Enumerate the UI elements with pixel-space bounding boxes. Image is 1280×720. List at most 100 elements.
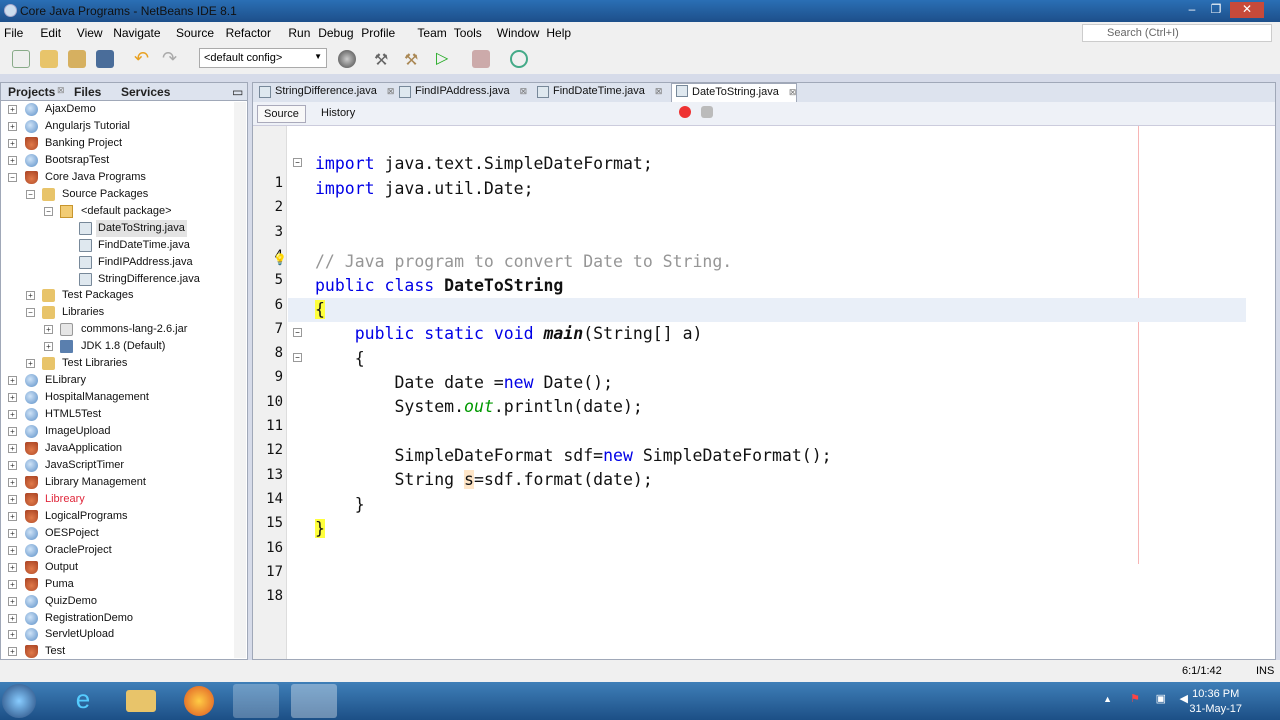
tree-item[interactable]: + commons-lang-2.6.jar (1, 321, 231, 338)
tree-item[interactable]: − Libraries (1, 304, 231, 321)
menu-help[interactable]: Help (546, 26, 571, 40)
tab-findipaddress[interactable]: FindIPAddress.java ⊠ (395, 85, 527, 102)
expand-toggle-icon[interactable]: + (8, 613, 17, 623)
clean-build-icon[interactable]: ⚒ (404, 50, 422, 69)
expand-toggle-icon[interactable]: + (8, 376, 17, 386)
tree-item[interactable]: + HTML5Test (1, 406, 231, 423)
expand-toggle-icon[interactable]: + (26, 291, 35, 301)
tree-item[interactable]: + Angularjs Tutorial (1, 118, 231, 135)
menu-window[interactable]: Window (497, 26, 540, 40)
expand-toggle-icon[interactable]: + (8, 596, 17, 606)
tree-item[interactable]: − Core Java Programs (1, 169, 231, 186)
ie-icon[interactable]: e (60, 684, 106, 718)
tab-stringdifference[interactable]: StringDifference.java ⊠ (255, 85, 394, 102)
menu-refactor[interactable]: Refactor (226, 26, 271, 40)
expand-toggle-icon[interactable]: + (8, 393, 17, 403)
tree-item[interactable]: + QuizDemo (1, 593, 231, 610)
fold-toggle-icon[interactable]: − (293, 352, 302, 362)
tree-item[interactable]: + AjaxDemo (1, 101, 231, 118)
tree-item[interactable]: + Libreary (1, 491, 231, 508)
clock[interactable]: 10:36 PM 31-May-17 (1189, 687, 1242, 717)
run-icon[interactable]: ▷ (436, 50, 454, 68)
volume-icon[interactable]: ◀ (1180, 692, 1188, 705)
hint-bulb-icon[interactable]: 💡 (273, 253, 287, 266)
tree-item[interactable]: + ImageUpload (1, 423, 231, 440)
config-select[interactable]: <default config> ▼ (199, 48, 327, 68)
open-project-icon[interactable] (68, 50, 86, 68)
menu-team[interactable]: Team (417, 26, 446, 40)
expand-toggle-icon[interactable]: + (8, 155, 17, 165)
redo-icon[interactable]: ↷ (162, 49, 180, 68)
tree-item[interactable]: + OracleProject (1, 542, 231, 559)
tree-item[interactable]: + Test Libraries (1, 355, 231, 372)
maximize-button[interactable]: ❐ (1204, 2, 1228, 18)
tree-item[interactable]: + RegistrationDemo (1, 610, 231, 627)
expand-toggle-icon[interactable]: + (44, 342, 53, 352)
expand-toggle-icon[interactable]: + (8, 562, 17, 572)
tree-item[interactable]: + Library Management (1, 474, 231, 491)
tree-item[interactable]: + OESPoject (1, 525, 231, 542)
expand-toggle-icon[interactable]: + (8, 138, 17, 148)
tree-item[interactable]: + Test (1, 643, 231, 660)
record-macro-icon[interactable] (679, 106, 691, 118)
tree-item[interactable]: − Source Packages (1, 186, 231, 203)
menu-run[interactable]: Run (288, 26, 310, 40)
expand-toggle-icon[interactable]: + (8, 410, 17, 420)
expand-toggle-icon[interactable]: + (8, 105, 17, 114)
tree-item[interactable]: + JDK 1.8 (Default) (1, 338, 231, 355)
new-file-icon[interactable] (12, 50, 30, 68)
chrome-icon[interactable] (233, 684, 279, 718)
tab-projects[interactable]: Projects (8, 85, 55, 99)
expand-toggle-icon[interactable]: + (8, 494, 17, 504)
stop-macro-icon[interactable] (701, 106, 713, 118)
fold-toggle-icon[interactable]: − (293, 158, 302, 168)
expand-toggle-icon[interactable]: + (8, 460, 17, 470)
tab-services[interactable]: Services (121, 85, 170, 99)
debug-icon[interactable] (472, 50, 490, 68)
action-center-icon[interactable]: ⚑ (1130, 692, 1140, 705)
expand-toggle-icon[interactable]: + (8, 579, 17, 589)
close-button[interactable]: ✕ (1230, 2, 1264, 18)
close-tab-icon[interactable]: ⊠ (789, 87, 797, 97)
expand-toggle-icon[interactable]: + (8, 511, 17, 521)
tree-item[interactable]: − <default package> (1, 203, 231, 220)
menu-view[interactable]: View (77, 26, 103, 40)
tree-item[interactable]: + ELibrary (1, 372, 231, 389)
tree-scrollbar[interactable] (234, 102, 246, 658)
expand-toggle-icon[interactable]: + (8, 427, 17, 437)
tree-item[interactable]: + HospitalManagement (1, 389, 231, 406)
tree-item[interactable]: + Output (1, 559, 231, 576)
tray-expand-icon[interactable]: ▲ (1103, 694, 1112, 704)
tree-item[interactable]: StringDifference.java (1, 271, 231, 288)
close-tab-icon[interactable]: ⊠ (387, 86, 395, 96)
build-icon[interactable]: ⚒ (374, 50, 392, 69)
firefox-icon[interactable] (184, 686, 214, 716)
tree-item[interactable]: + JavaScriptTimer (1, 457, 231, 474)
history-button[interactable]: History (315, 105, 361, 123)
tree-item[interactable]: + ServletUpload (1, 626, 231, 643)
expand-toggle-icon[interactable]: − (44, 206, 53, 216)
explorer-icon[interactable] (126, 690, 156, 712)
expand-toggle-icon[interactable]: − (8, 172, 17, 182)
expand-toggle-icon[interactable]: + (8, 121, 17, 131)
source-button[interactable]: Source (257, 105, 306, 123)
expand-toggle-icon[interactable]: − (26, 308, 35, 318)
expand-toggle-icon[interactable]: + (8, 647, 17, 657)
network-icon[interactable]: ▣ (1156, 692, 1166, 705)
profile-icon[interactable] (510, 50, 528, 68)
tab-files[interactable]: Files (74, 85, 101, 99)
menu-edit[interactable]: Edit (40, 26, 61, 40)
minimize-button[interactable]: – (1180, 2, 1204, 18)
browser-icon[interactable] (338, 50, 356, 68)
tree-item[interactable]: + JavaApplication (1, 440, 231, 457)
minimize-panel-icon[interactable]: ▭ (232, 85, 243, 99)
expand-toggle-icon[interactable]: + (8, 545, 17, 555)
menu-file[interactable]: File (4, 26, 23, 40)
fold-toggle-icon[interactable]: − (293, 328, 302, 338)
expand-toggle-icon[interactable]: + (8, 444, 17, 453)
close-tab-icon[interactable]: ⊠ (520, 86, 528, 96)
close-tab-icon[interactable]: ⊠ (655, 86, 663, 96)
tab-finddatetime[interactable]: FindDateTime.java ⊠ (533, 85, 662, 102)
expand-toggle-icon[interactable]: + (8, 528, 17, 538)
undo-icon[interactable]: ↶ (134, 49, 152, 68)
